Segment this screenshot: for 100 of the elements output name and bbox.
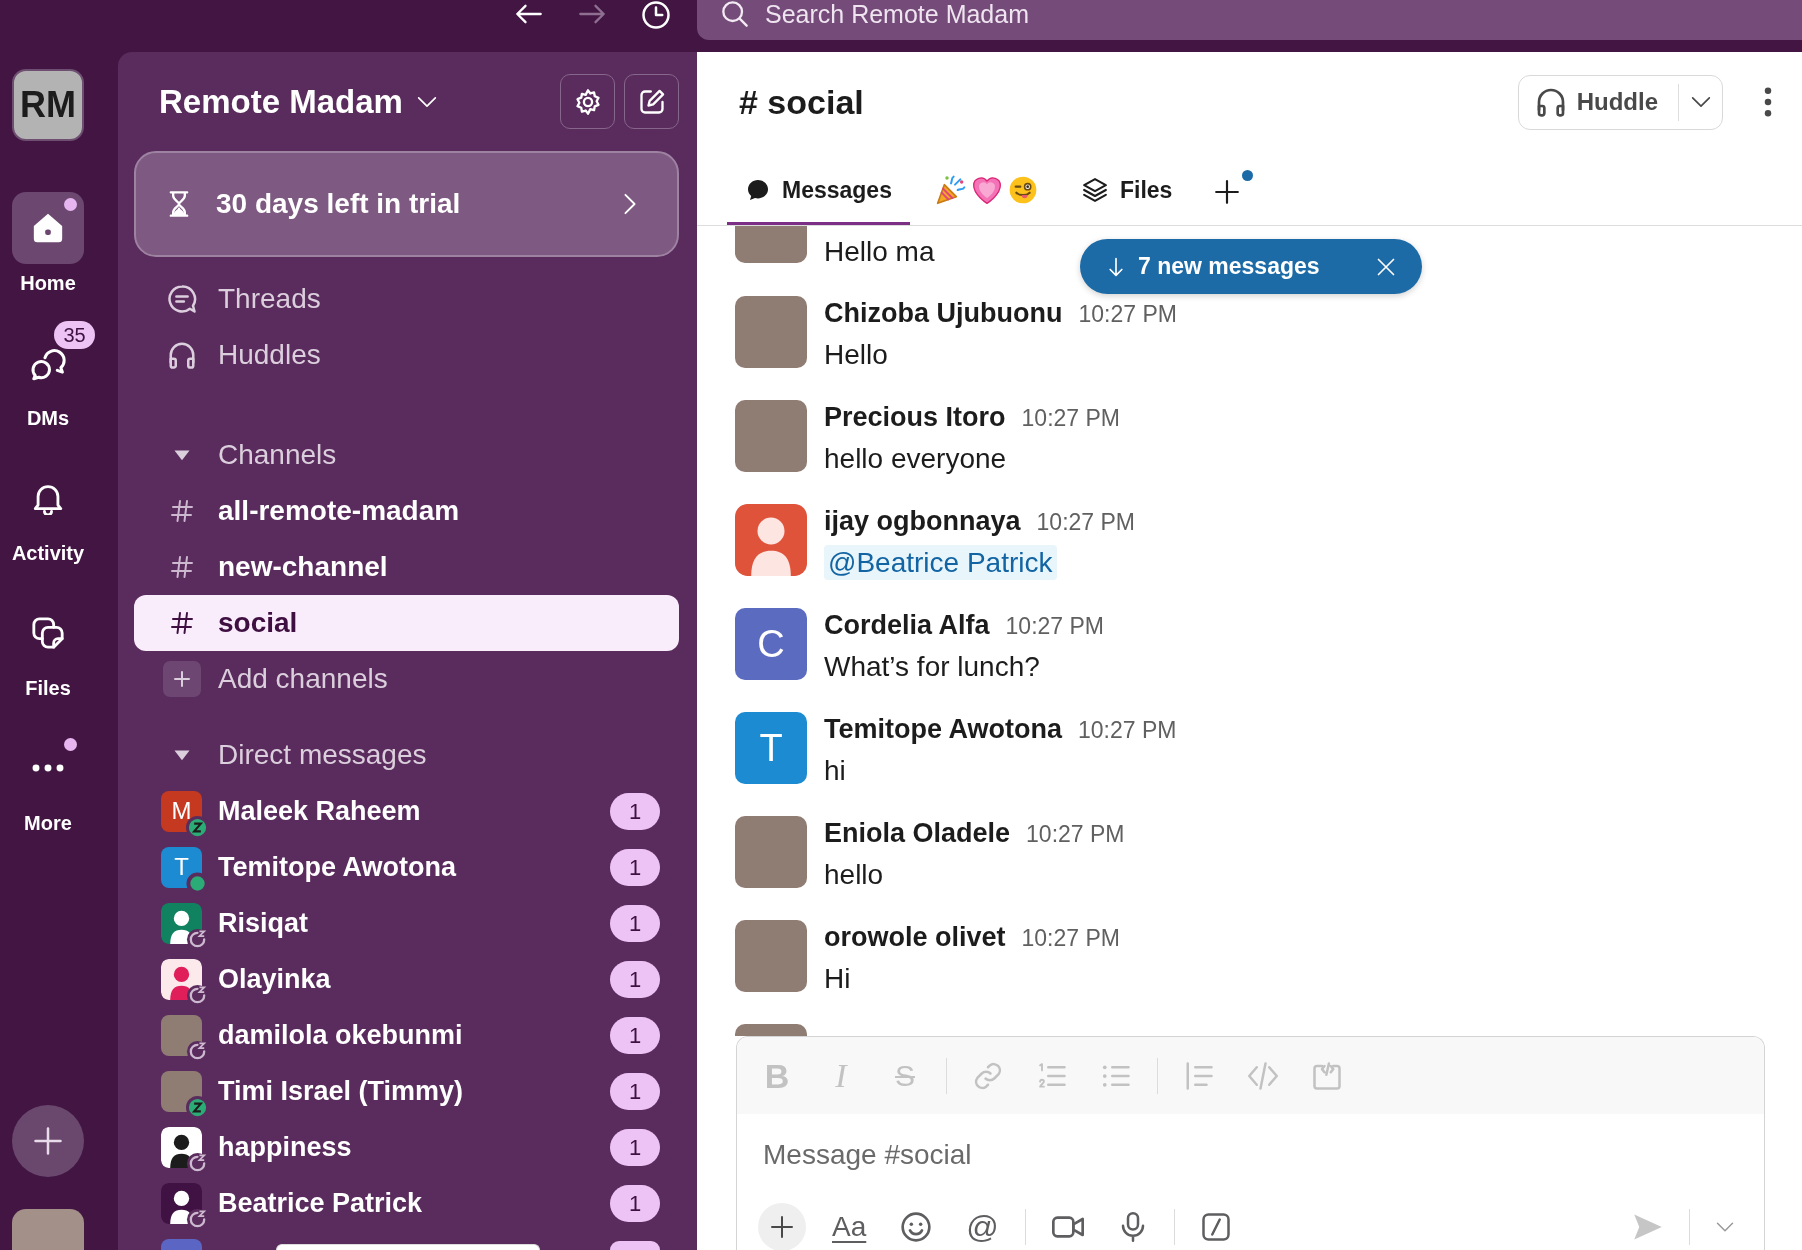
unread-badge: 35 [54,321,95,349]
plus-icon [33,1126,63,1156]
author-name[interactable]: Temitope Awotona [824,712,1062,746]
unread-badge: 1 [610,848,660,886]
author-name[interactable]: Precious Itoro [824,400,1006,434]
message-time[interactable]: 10:27 PM [1078,297,1177,331]
home-icon [31,211,65,245]
party-popper-icon [934,174,967,206]
author-name[interactable]: Chizoba Ujubuonu [824,296,1063,330]
dm-item[interactable]: Risiqat 1 [134,895,679,951]
author-name[interactable]: Eniola Oladele [824,816,1011,850]
emoji-icon[interactable] [900,1211,933,1243]
unread-badge: 1 [610,1072,660,1110]
author-name[interactable]: orowole olivet [824,920,1006,954]
message-time[interactable]: 10:27 PM [1005,609,1104,643]
message-text: What’s for lunch? [824,651,1040,682]
photo-placeholder [735,920,807,992]
photo-placeholder[interactable] [12,1209,84,1250]
photo-placeholder [735,226,807,263]
pencil-square-icon [637,87,666,116]
rail-label[interactable]: More [24,810,72,836]
rail-label[interactable]: Home [20,270,76,296]
plus-icon [1214,178,1241,205]
search-input[interactable]: Search Remote Madam [765,0,1802,28]
user-avatar: C [735,608,807,680]
user-avatar: T [735,712,807,784]
dm-item[interactable]: Beatrice Patrick 1 [134,1175,679,1231]
photo-placeholder [735,1024,807,1036]
slash-square-icon[interactable] [1200,1212,1231,1242]
author-name[interactable]: Cordelia Alfa [824,608,990,642]
unread-badge: 1 [610,1128,660,1166]
mention-link[interactable]: @Beatrice Patrick [824,545,1057,580]
section-toggle[interactable]: Channels [134,427,679,483]
dm-item[interactable]: damilola okebunmi 1 [134,1007,679,1063]
dm-item[interactable]: M Maleek Raheem 1 [134,783,679,839]
close-icon[interactable] [1376,256,1396,277]
message-input[interactable]: Message #social [737,1114,1764,1196]
unread-badge [610,1241,660,1250]
speech-bubble-icon [166,284,197,314]
workspace-menu[interactable]: Remote Madam [159,82,437,121]
rail-label[interactable]: DMs [26,405,70,431]
settings-button[interactable] [560,74,615,129]
down-arrow-icon [1106,256,1126,277]
hash-icon [169,555,194,579]
photo-placeholder [735,296,807,368]
layers-icon [1081,177,1108,203]
trial-banner[interactable]: 30 days left in trial [134,151,679,257]
message-text: Hello [824,339,888,370]
sidebar-item[interactable]: Threads [134,271,679,327]
unread-badge: 1 [610,960,660,998]
huddle-button[interactable]: Huddle [1518,83,1679,121]
ellipsis-icon [31,764,65,772]
dm-item[interactable]: T Temitope Awotona 1 [134,839,679,895]
message-text: hi [824,755,846,786]
section-toggle[interactable]: Direct messages [134,727,679,783]
dm-item[interactable]: Timi Israel (Timmy) 1 [134,1063,679,1119]
search-field[interactable]: Search Remote Madam [697,0,1802,40]
rail-label[interactable]: Activity [11,540,85,566]
message-time[interactable]: 10:27 PM [1021,921,1120,955]
clock-icon[interactable] [641,0,671,30]
stacked-squares-icon [31,616,65,650]
photo-placeholder [735,816,807,888]
plus-icon [770,1215,794,1239]
workspace-avatar[interactable]: RM [12,69,84,141]
heart-icon [970,174,1003,206]
message-text: Hello ma [824,236,935,267]
hash-icon [169,499,194,523]
dm-item[interactable]: Olayinka 1 [134,951,679,1007]
author-name[interactable]: ijay ogbonnaya [824,504,1021,538]
unread-badge: 1 [610,792,660,830]
mention-button[interactable]: @ [966,1209,999,1245]
message-text: Hi [824,963,851,994]
formatting-toggle[interactable]: Aa [832,1209,867,1245]
plus-tile-icon [162,661,201,697]
tab[interactable]: Files [1062,158,1191,225]
channel-title[interactable]: # social [739,82,864,122]
compose-button[interactable] [624,74,679,129]
add-channels-item[interactable]: Add channels [134,651,679,707]
channel-item[interactable]: new-channel [134,539,679,595]
unread-badge: 1 [610,1016,660,1054]
unread-badge: 1 [610,904,660,942]
speech-bubble-icon [746,178,770,202]
new-messages-pill[interactable]: 7 new messages [1080,239,1422,294]
rail-label[interactable]: Files [25,675,71,701]
dm-item[interactable]: happiness 1 [134,1119,679,1175]
photo-placeholder [735,400,807,472]
message-time[interactable]: 10:27 PM [1021,401,1120,435]
message-time[interactable]: 10:27 PM [1026,817,1125,851]
message-time[interactable]: 10:27 PM [1036,505,1135,539]
message-text: hello [824,859,884,890]
attach-button[interactable] [758,1203,806,1250]
sidebar-item[interactable]: Huddles [134,327,679,383]
unread-badge: 1 [610,1184,660,1222]
message-text: hello everyone [824,443,1007,474]
more-options-icon[interactable] [1764,87,1772,117]
channel-item[interactable]: social [134,595,679,651]
message-time[interactable]: 10:27 PM [1078,713,1177,747]
search-icon [721,0,749,28]
rail-button[interactable] [12,192,84,264]
channel-item[interactable]: all-remote-madam [134,483,679,539]
